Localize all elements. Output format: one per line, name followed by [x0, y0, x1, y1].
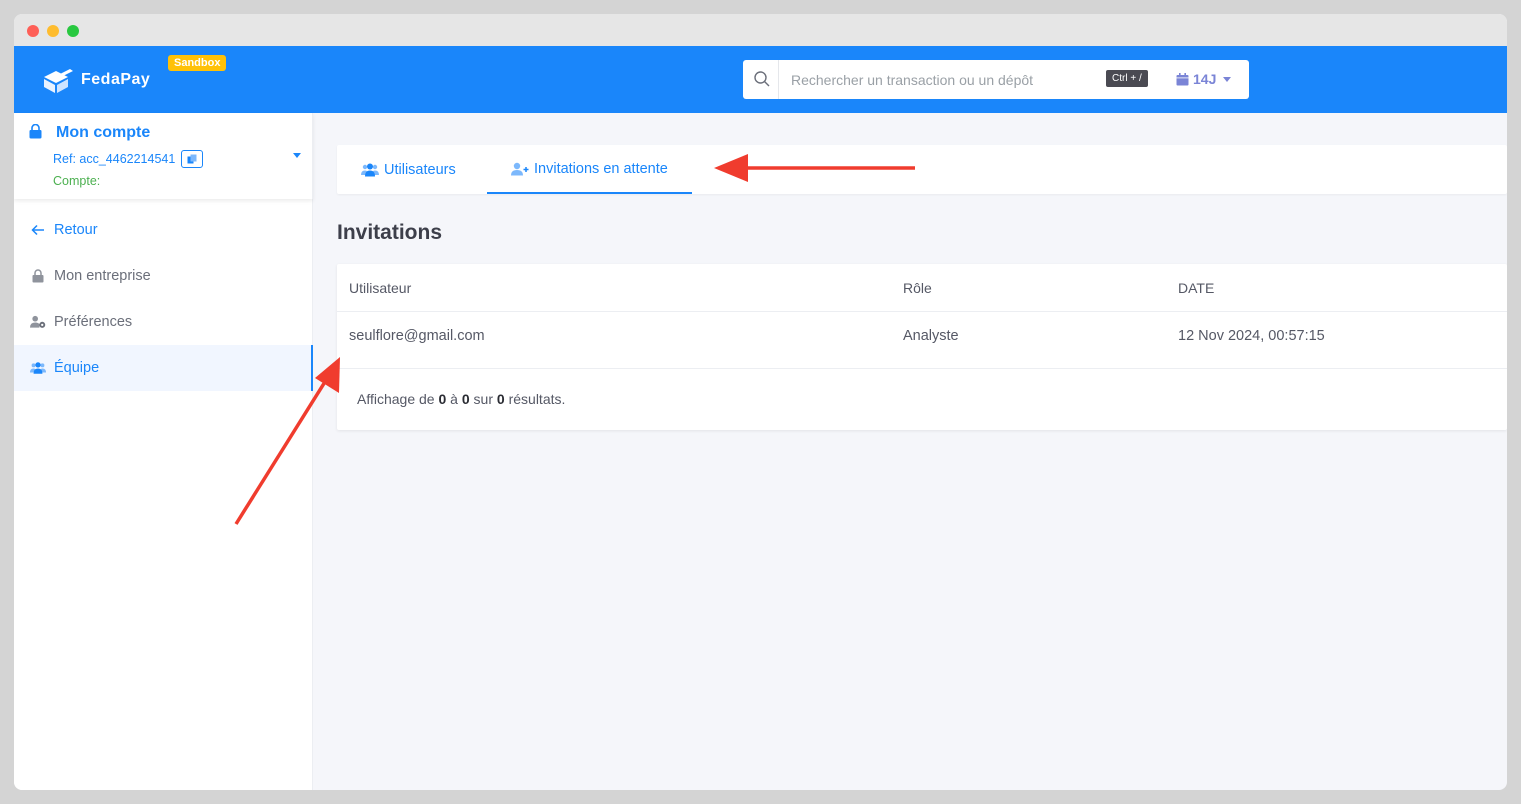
table-row[interactable]: seulflore@gmail.com Analyste 12 Nov 2024… [337, 312, 1507, 369]
cell-date: 12 Nov 2024, 00:57:15 [1178, 328, 1325, 344]
account-ref-text: Ref: acc_4462214541 [53, 152, 176, 166]
search-input[interactable] [791, 60, 1091, 99]
top-navbar: FedaPay Sandbox Ctrl + / 14J [14, 46, 1507, 113]
main-content: Utilisateurs Invitations en attente Invi… [313, 113, 1507, 790]
invitations-table: Utilisateur Rôle DATE seulflore@gmail.co… [337, 264, 1507, 430]
pagination-suffix: résultats. [508, 391, 566, 407]
sandbox-badge: Sandbox [168, 55, 227, 71]
pagination-mid2: sur [473, 391, 493, 407]
sidebar-item-label: Préférences [54, 314, 133, 330]
arrow-left-icon [30, 222, 46, 238]
account-ref: Ref: acc_4462214541 [53, 150, 204, 168]
date-range-label: 14J [1193, 71, 1217, 87]
pagination-to: 0 [461, 391, 470, 407]
pagination-from: 0 [438, 391, 447, 407]
copy-ref-button[interactable] [181, 150, 204, 168]
user-gear-icon [30, 314, 46, 330]
account-panel: Mon compte Ref: acc_4462214541 Compte: [14, 113, 313, 199]
column-header-user: Utilisateur [349, 280, 412, 296]
users-icon [361, 163, 379, 176]
copy-icon [187, 154, 197, 164]
lock-icon [30, 268, 46, 284]
cell-role: Analyste [903, 328, 959, 344]
column-header-role: Rôle [903, 280, 932, 296]
minimize-window-button[interactable] [47, 25, 59, 37]
sidebar-item-label: Mon entreprise [54, 268, 151, 284]
tab-bar: Utilisateurs Invitations en attente [337, 145, 1507, 194]
search-shortcut-badge: Ctrl + / [1106, 70, 1148, 87]
sidebar-item-label: Retour [54, 222, 98, 238]
tab-users[interactable]: Utilisateurs [337, 145, 480, 194]
sidebar-item-back[interactable]: Retour [14, 207, 313, 253]
search-bar: Ctrl + / 14J [743, 60, 1249, 99]
table-header: Utilisateur Rôle DATE [337, 264, 1507, 312]
search-icon [754, 71, 770, 87]
calendar-icon [1176, 72, 1189, 85]
account-title: Mon compte [56, 124, 151, 141]
tab-label: Utilisateurs [384, 161, 456, 178]
pagination-prefix: Affichage de [357, 391, 435, 407]
brand-name: FedaPay [81, 71, 151, 88]
tab-label: Invitations en attente [534, 160, 668, 177]
users-icon [30, 360, 46, 376]
app-window: FedaPay Sandbox Ctrl + / 14J [14, 14, 1507, 790]
search-divider [778, 60, 779, 99]
tab-pending-invitations[interactable]: Invitations en attente [487, 145, 692, 194]
page-title: Invitations [337, 221, 443, 244]
sidebar: Mon compte Ref: acc_4462214541 Compte: R… [14, 113, 313, 790]
cell-user-email: seulflore@gmail.com [349, 328, 485, 344]
maximize-window-button[interactable] [67, 25, 79, 37]
pagination-summary: Affichage de 0 à 0 sur 0 résultats. [357, 391, 565, 407]
sidebar-item-company[interactable]: Mon entreprise [14, 253, 313, 299]
column-header-date: DATE [1178, 280, 1215, 296]
date-range-dropdown[interactable]: 14J [1176, 68, 1232, 90]
sidebar-item-preferences[interactable]: Préférences [14, 299, 313, 345]
sidebar-item-label: Équipe [54, 360, 100, 376]
user-plus-icon [511, 162, 529, 175]
account-lock-icon [29, 124, 42, 139]
close-window-button[interactable] [27, 25, 39, 37]
chevron-down-icon [1223, 76, 1232, 82]
pagination-total: 0 [496, 391, 505, 407]
sidebar-item-team[interactable]: Équipe [14, 345, 313, 391]
pagination-mid1: à [450, 391, 458, 407]
window-titlebar [14, 14, 1507, 46]
fedapay-logo-icon[interactable] [40, 68, 74, 94]
account-switcher-chevron-icon[interactable] [293, 153, 301, 158]
account-compte-label: Compte: [53, 174, 101, 188]
